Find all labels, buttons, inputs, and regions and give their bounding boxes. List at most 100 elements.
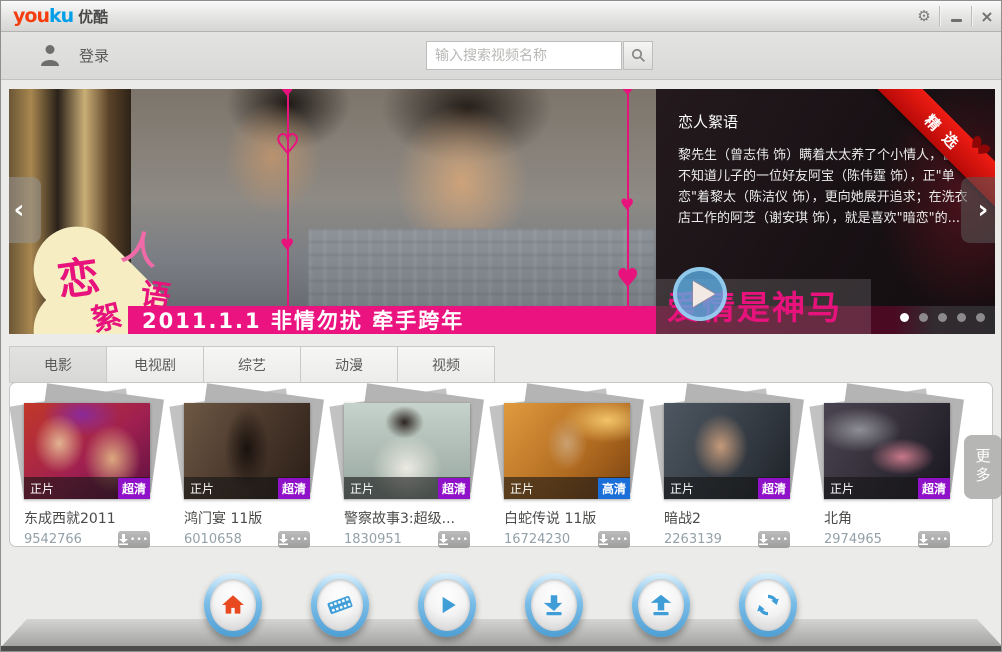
view-count: 6010658 [184,532,242,547]
movie-thumbnail[interactable]: 正片 超清 [184,397,310,499]
download-button[interactable]: ••• [918,531,950,548]
dock-play-button[interactable] [418,573,476,637]
quality-badge: 超清 [918,478,950,499]
logo-cn: 优酷 [78,8,108,26]
more-options-icon: ••• [290,537,309,543]
carousel-dot[interactable] [919,313,928,322]
movie-thumbnail[interactable]: 正片 超清 [24,397,150,499]
search-button[interactable] [623,41,653,70]
featured-carousel: ♥ ♥ ♥ ♥ ♥ ♥ ♥ 恋 人 絮 语 2011.1.1 非情勿扰 牵手跨年… [9,89,995,334]
close-button[interactable]: × [972,1,1002,31]
login-link[interactable]: 登录 [79,45,109,66]
download-button[interactable]: ••• [278,531,310,548]
feature-label: 正片 [510,480,534,497]
movie-meta: 6010658 ••• [184,532,310,547]
download-button[interactable]: ••• [598,531,630,548]
movie-title[interactable]: 白蛇传说 11版 [504,508,630,528]
movie-poster-image: 正片 超清 [344,403,470,499]
heart-divider: ♥ ♥ ♥ [627,89,629,334]
quality-badge: 高清 [598,478,630,499]
more-options-icon: ••• [450,537,469,543]
feature-label: 正片 [670,480,694,497]
movie-title[interactable]: 暗战2 [664,508,790,528]
view-count: 2263139 [664,532,722,547]
movie-title[interactable]: 东成西就2011 [24,508,150,528]
movie-thumbnail[interactable]: 正片 高清 [504,397,630,499]
header-bar: 登录 [1,32,1001,80]
download-button[interactable]: ••• [758,531,790,548]
dock-upload-button[interactable] [632,573,690,637]
play-button[interactable] [673,267,727,321]
movie-poster-image: 正片 超清 [184,403,310,499]
movie-title[interactable]: 北角 [824,508,950,528]
category-tabs: 电影 电视剧 综艺 动漫 视频 [10,346,495,383]
more-options-icon: ••• [610,537,629,543]
search-bar [426,41,622,70]
movie-card-list: 正片 超清 东成西就2011 9542766 ••• [24,397,950,547]
tab-anime[interactable]: 动漫 [300,346,398,383]
search-input[interactable] [426,41,622,70]
movie-thumbnail[interactable]: 正片 超清 [824,397,950,499]
settings-button[interactable]: ⚙ [909,1,939,31]
tab-movies[interactable]: 电影 [9,346,107,383]
carousel-dot[interactable] [976,313,985,322]
download-button[interactable]: ••• [118,531,150,548]
user-icon [39,43,61,71]
dock-movies-button[interactable] [311,573,369,637]
download-button[interactable]: ••• [438,531,470,548]
feature-label: 正片 [350,480,374,497]
movie-poster-image: 正片 超清 [24,403,150,499]
dock-shelf [1,619,1002,647]
feature-label: 正片 [830,480,854,497]
movie-title[interactable]: 警察故事3:超级... [344,508,470,528]
movie-meta: 16724230 ••• [504,532,630,547]
minimize-icon [951,19,962,22]
feature-label: 正片 [30,480,54,497]
carousel-dot[interactable] [938,313,947,322]
quality-badge: 超清 [438,478,470,499]
more-options-icon: ••• [130,537,149,543]
chevron-right-icon: › [978,195,989,225]
view-count: 9542766 [24,532,82,547]
carousel-dot[interactable] [900,313,909,322]
dock-shelf-base [1,646,1002,652]
logo-you: you [13,5,49,27]
download-icon [919,534,928,545]
movie-meta: 2974965 ••• [824,532,950,547]
feature-label: 正片 [190,480,214,497]
gear-icon: ⚙ [917,7,930,25]
heart-divider: ♥ ♥ ♥ ♥ [287,89,289,334]
tab-videos[interactable]: 视频 [397,346,495,383]
more-options-icon: ••• [770,537,789,543]
movie-thumbnail[interactable]: 正片 超清 [664,397,790,499]
refresh-icon [755,592,781,618]
movie-title[interactable]: 鸿门宴 11版 [184,508,310,528]
more-button[interactable]: 更多 [964,435,1002,499]
filmstrip-icon [326,591,354,619]
movie-poster-image: 正片 高清 [504,403,630,499]
tab-variety[interactable]: 综艺 [203,346,301,383]
view-count: 1830951 [344,532,402,547]
movie-poster-image: 正片 超清 [824,403,950,499]
quality-badge: 超清 [758,478,790,499]
carousel-prev-button[interactable]: ‹ [9,177,41,243]
minimize-button[interactable] [941,1,971,31]
tab-tv-series[interactable]: 电视剧 [106,346,204,383]
dock-home-button[interactable] [204,573,262,637]
dock-download-button[interactable] [525,573,583,637]
movie-card: 正片 超清 警察故事3:超级... 1830951 ••• [344,397,470,547]
play-icon [693,281,715,307]
close-icon: × [980,7,993,26]
carousel-dot[interactable] [957,313,966,322]
movie-thumbnail[interactable]: 正片 超清 [344,397,470,499]
carousel-pagination [900,313,985,322]
thumbnail-bar: 正片 高清 [504,477,630,499]
featured-title: 恋人絮语 [678,111,738,132]
movie-card: 正片 超清 暗战2 2263139 ••• [664,397,790,547]
carousel-next-button[interactable]: › [961,177,995,243]
thumbnail-bar: 正片 超清 [184,477,310,499]
youku-logo: youku优酷 [13,5,108,27]
home-icon [220,592,246,618]
download-icon [599,534,608,545]
dock-refresh-button[interactable] [739,573,797,637]
